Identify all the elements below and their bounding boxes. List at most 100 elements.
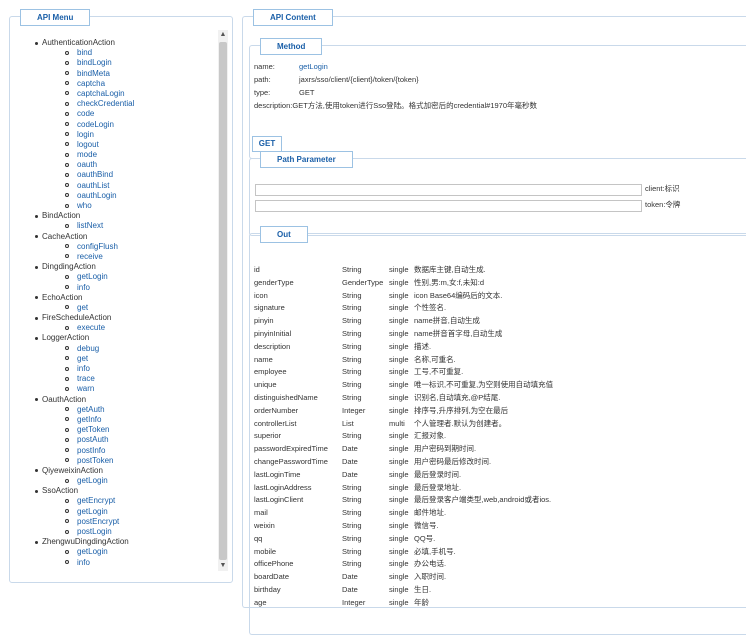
menu-item[interactable]: checkCredential [32,99,218,109]
menu-item[interactable]: oauthLogin [32,191,218,201]
field-type: GenderType [342,277,384,287]
menu-item[interactable]: bind [32,48,218,58]
menu-item[interactable]: info [32,558,218,568]
menu-item[interactable]: receive [32,252,218,262]
menu-item[interactable]: mode [32,150,218,160]
field-name: weixin [254,520,275,530]
field-name: superior [254,431,282,441]
field-type: String [342,290,362,300]
scroll-up-icon[interactable]: ▲ [218,30,228,40]
menu-item[interactable]: postInfo [32,446,218,456]
menu-item[interactable]: bindMeta [32,69,218,79]
field-description: QQ号. [414,533,436,543]
field-type: Integer [342,405,366,415]
menu-item[interactable]: postToken [32,456,218,466]
field-name: orderNumber [254,405,299,415]
field-description: 最后登录时间. [414,469,462,479]
menu-item[interactable]: getLogin [32,272,218,282]
menu-item[interactable]: captchaLogin [32,89,218,99]
field-type: Integer [342,597,366,607]
scroll-thumb[interactable] [219,42,227,560]
menu-item[interactable]: getEncrypt [32,496,218,506]
field-type: Date [342,572,358,582]
menu-item[interactable]: trace [32,374,218,384]
menu-item[interactable]: getToken [32,425,218,435]
field-description: 办公电话. [414,559,447,569]
field-description: 邮件地址. [414,508,447,518]
menu-item[interactable]: getAuth [32,405,218,415]
menu-item[interactable]: execute [32,323,218,333]
menu-item[interactable]: bindLogin [32,58,218,68]
field-cardinality: single [389,328,409,338]
field-cardinality: single [389,482,409,492]
menu-item[interactable]: get [32,354,218,364]
field-cardinality: single [389,508,409,518]
field-name: passwordExpiredTime [254,444,328,454]
field-name: description [254,341,291,351]
path-parameter-legend: Path Parameter [260,151,353,168]
field-cardinality: single [389,597,409,607]
menu-item[interactable]: oauthBind [32,170,218,180]
menu-item[interactable]: getInfo [32,415,218,425]
menu-item[interactable]: configFlush [32,242,218,252]
field-name: lastLoginTime [254,469,301,479]
field-type: String [342,520,362,530]
field-cardinality: single [389,303,409,313]
get-button[interactable]: GET [252,136,282,152]
field-name: signature [254,303,285,313]
field-name: controllerList [254,418,297,428]
menu-scrollbar[interactable]: ▲ ▼ [218,30,228,571]
menu-item[interactable]: debug [32,344,218,354]
menu-item[interactable]: listNext [32,221,218,231]
menu-item[interactable]: info [32,283,218,293]
field-cardinality: single [389,533,409,543]
method-type-value: GET [299,88,315,97]
field-description: 描述. [414,341,432,351]
field-name: lastLoginClient [254,495,304,505]
client-input[interactable] [255,184,642,196]
menu-item[interactable]: postLogin [32,527,218,537]
menu-item[interactable]: code [32,109,218,119]
field-description: 唯一标识,不可重复,为空则使用自动填充值 [414,380,554,390]
menu-item[interactable]: getLogin [32,507,218,517]
api-content-title: API Content [253,9,333,26]
field-name: id [254,265,260,274]
field-type: String [342,328,362,338]
menu-item[interactable]: oauth [32,160,218,170]
menu-item[interactable]: postEncrypt [32,517,218,527]
field-type: String [342,431,362,441]
token-input[interactable] [255,200,642,212]
field-name: mail [254,508,268,518]
field-type: String [342,495,362,505]
method-section: Method name: getLogin path: jaxrs/sso/clie… [249,38,746,159]
field-cardinality: single [389,456,409,466]
menu-item[interactable]: login [32,130,218,140]
field-type: String [342,533,362,543]
method-name-row: name: getLogin [254,62,328,71]
field-type: Date [342,444,358,454]
field-type: Date [342,469,358,479]
menu-item[interactable]: captcha [32,79,218,89]
field-type: String [342,367,362,377]
method-path-value: jaxrs/sso/client/{client}/token/{token} [299,75,419,84]
field-description: 微信号. [414,520,439,530]
menu-item[interactable]: oauthList [32,181,218,191]
menu-item[interactable]: warn [32,384,218,394]
menu-group: BindAction [32,211,218,221]
field-type: String [342,303,362,313]
menu-item[interactable]: postAuth [32,435,218,445]
field-description: 用户密码最后修改时间. [414,456,492,466]
method-type-row: type: GET [254,88,315,97]
menu-item[interactable]: getLogin [32,476,218,486]
menu-item[interactable]: codeLogin [32,120,218,130]
menu-item[interactable]: logout [32,140,218,150]
menu-item[interactable]: info [32,364,218,374]
field-name: employee [254,367,287,377]
menu-item[interactable]: get [32,303,218,313]
method-name-value[interactable]: getLogin [299,62,328,71]
field-description: 排序号,升序排列,为空在最后 [414,405,509,415]
scroll-down-icon[interactable]: ▼ [218,561,228,571]
field-cardinality: single [389,405,409,415]
menu-item[interactable]: who [32,201,218,211]
menu-item[interactable]: getLogin [32,547,218,557]
